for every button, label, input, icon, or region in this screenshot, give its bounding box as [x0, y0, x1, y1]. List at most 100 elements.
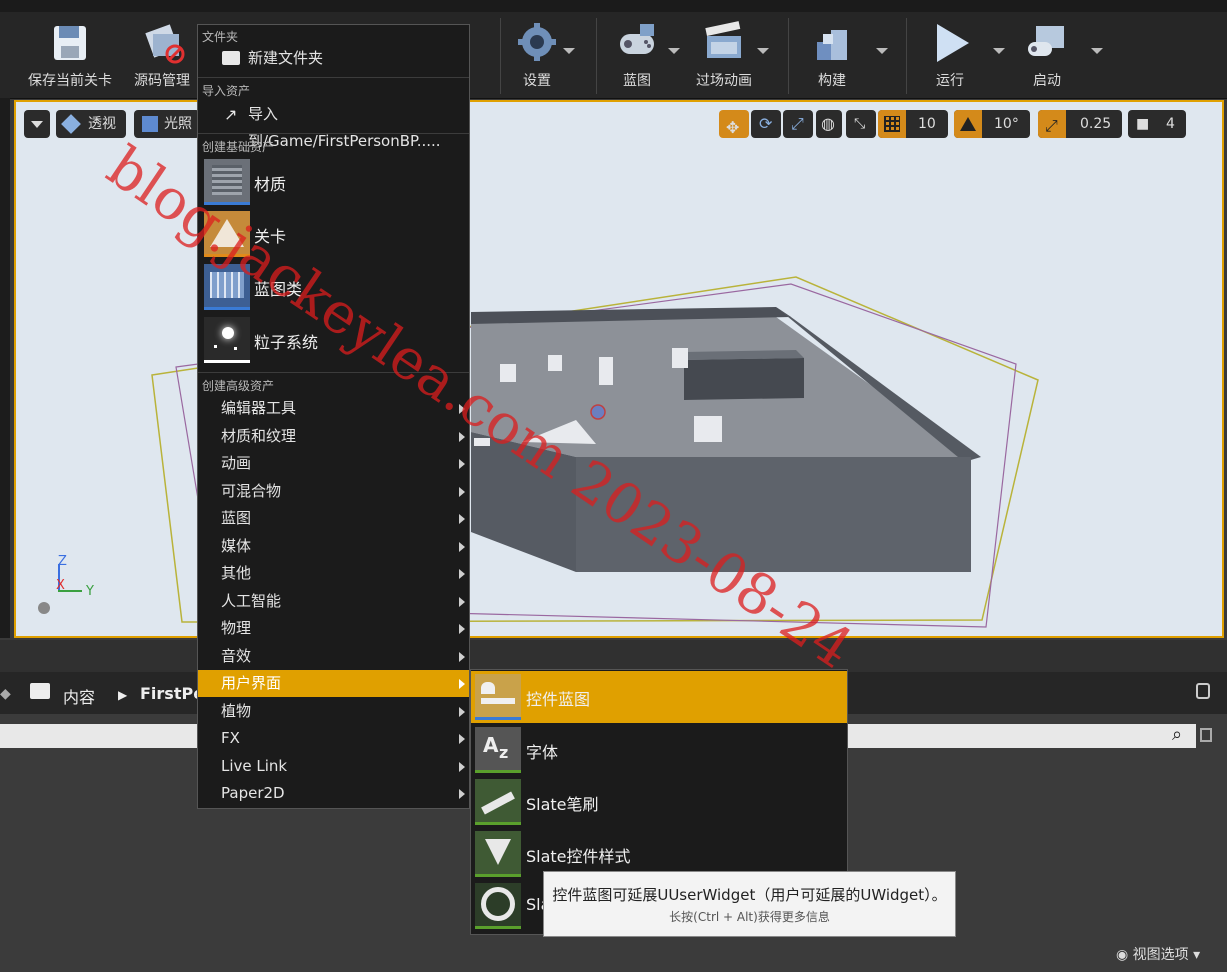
- cinematics-button[interactable]: 过场动画: [690, 14, 758, 96]
- basic-asset-material[interactable]: 材质: [202, 157, 467, 207]
- build-button[interactable]: 构建: [800, 14, 864, 96]
- advanced-asset-item[interactable]: 用户界面: [198, 670, 469, 697]
- advanced-asset-item[interactable]: 材质和纹理: [198, 423, 469, 450]
- advanced-asset-item[interactable]: 音效: [198, 643, 469, 670]
- advanced-asset-item[interactable]: 其他: [198, 560, 469, 587]
- new-folder-item[interactable]: 新建文件夹: [198, 45, 469, 72]
- save-icon: [54, 26, 86, 60]
- central-block: [684, 358, 804, 400]
- basic-asset-particle-system[interactable]: 粒子系统: [202, 315, 467, 365]
- toolbar-separator: [596, 18, 597, 94]
- submenu-item-font[interactable]: A z 字体: [471, 724, 847, 776]
- slate-brush-icon: [475, 779, 521, 825]
- chevron-right-icon: [459, 486, 465, 497]
- advanced-asset-label: 蓝图: [221, 509, 252, 527]
- left-panel-strip: [0, 98, 10, 638]
- advanced-asset-item[interactable]: 可混合物: [198, 478, 469, 505]
- grid-snap-button[interactable]: 10: [878, 110, 948, 138]
- advanced-asset-item[interactable]: Live Link: [198, 753, 469, 780]
- advanced-asset-item[interactable]: 物理: [198, 615, 469, 642]
- basic-asset-blueprint-class[interactable]: 蓝图类: [202, 262, 467, 312]
- help-icon[interactable]: [38, 602, 50, 614]
- advanced-asset-label: Paper2D: [221, 784, 285, 802]
- advanced-asset-label: 可混合物: [221, 481, 282, 500]
- import-to-item[interactable]: ↗ 导入到/Game/FirstPersonBP.....: [198, 101, 469, 150]
- blueprint-button[interactable]: 蓝图: [606, 14, 668, 96]
- tooltip-main-text: 控件蓝图可延展UUserWidget（用户可延展的UWidget）。: [552, 886, 947, 904]
- blueprint-dropdown-caret[interactable]: [668, 48, 680, 54]
- scale-snap-value: 0.25: [1080, 116, 1112, 132]
- submenu-item-widget-blueprint[interactable]: 控件蓝图: [471, 671, 847, 723]
- advanced-asset-item[interactable]: 编辑器工具: [198, 395, 469, 422]
- play-dropdown-caret[interactable]: [993, 48, 1005, 54]
- submenu-item-slate-brush[interactable]: Slate笔刷: [471, 776, 847, 828]
- camera-speed-button[interactable]: ■ 4: [1128, 110, 1186, 138]
- rotation-snap-button[interactable]: 10°: [954, 110, 1030, 138]
- advanced-asset-label: 媒体: [221, 536, 252, 555]
- folder-icon: [30, 683, 50, 699]
- basic-asset-level[interactable]: 关卡: [202, 209, 467, 259]
- perspective-button[interactable]: 透视: [56, 110, 126, 138]
- advanced-asset-label: 音效: [221, 646, 252, 665]
- eye-icon: ◉: [1116, 947, 1129, 963]
- advanced-asset-label: Live Link: [221, 756, 288, 775]
- level-viewport[interactable]: 透视 光照 ✥ ⟳ ⤢ ◍ ⤡ 10 10° ⤢ 0.25 ■ 4 Z X Y: [14, 100, 1224, 638]
- launch-button[interactable]: 启动: [1014, 14, 1080, 96]
- advanced-asset-item[interactable]: 蓝图: [198, 505, 469, 532]
- search-icon[interactable]: ⌕: [1172, 724, 1182, 745]
- chevron-right-icon: [459, 761, 465, 772]
- perspective-label: 透视: [88, 116, 116, 132]
- viewport-options-button[interactable]: [24, 110, 50, 138]
- advanced-asset-item[interactable]: FX: [198, 725, 469, 752]
- tooltip-hint-text: 长按(Ctrl + Alt)获得更多信息: [669, 910, 830, 924]
- advanced-asset-item[interactable]: Paper2D: [198, 780, 469, 807]
- lit-cube-icon: [142, 116, 158, 132]
- advanced-asset-item[interactable]: 动画: [198, 450, 469, 477]
- scale-snap-button[interactable]: ⤢ 0.25: [1038, 110, 1122, 138]
- toolbar-separator: [788, 18, 789, 94]
- play-button[interactable]: 运行: [916, 14, 984, 96]
- cube: [500, 364, 516, 382]
- section-header-folder: 文件夹: [202, 30, 239, 44]
- advanced-asset-label: 物理: [221, 619, 252, 637]
- launch-dropdown-caret[interactable]: [1091, 48, 1103, 54]
- history-back-icon[interactable]: ◆: [0, 686, 11, 702]
- advanced-asset-label: 植物: [221, 701, 252, 720]
- breadcrumb-root[interactable]: 内容: [63, 684, 95, 708]
- view-options-button[interactable]: ◉ 视图选项 ▾: [1116, 944, 1200, 964]
- rotate-mode-button[interactable]: ⟳: [751, 110, 781, 138]
- breadcrumb-current[interactable]: FirstPe: [140, 684, 204, 703]
- advanced-asset-item[interactable]: 植物: [198, 698, 469, 725]
- chevron-right-icon: [459, 541, 465, 552]
- advanced-asset-item[interactable]: 人工智能: [198, 588, 469, 615]
- source-control-label: 源码管理: [134, 73, 190, 89]
- advanced-asset-label: 材质和纹理: [221, 426, 297, 445]
- settings-dropdown-caret[interactable]: [563, 48, 575, 54]
- menu-divider: [198, 77, 469, 78]
- translate-mode-button[interactable]: ✥: [719, 110, 749, 138]
- chevron-right-icon: [459, 734, 465, 744]
- settings-label: 设置: [523, 73, 551, 89]
- settings-button[interactable]: 设置: [506, 14, 568, 96]
- slate-ring-icon: [475, 883, 521, 929]
- save-search-icon[interactable]: [1200, 728, 1212, 742]
- submenu-item-slate-brush-label: Slate笔刷: [526, 795, 599, 814]
- chevron-right-icon: [459, 651, 465, 662]
- particle-system-icon: [204, 317, 250, 363]
- build-blocks-icon: [817, 30, 847, 60]
- save-level-button[interactable]: 保存当前关卡: [18, 14, 122, 96]
- cinematics-dropdown-caret[interactable]: [757, 48, 769, 54]
- build-dropdown-caret[interactable]: [876, 48, 888, 54]
- section-header-import: 导入资产: [202, 84, 251, 98]
- font-icon: A z: [475, 727, 521, 773]
- world-local-button[interactable]: ◍: [816, 110, 842, 138]
- surface-snap-button[interactable]: ⤡: [846, 110, 876, 138]
- source-control-button[interactable]: 源码管理: [126, 14, 198, 96]
- submenu-item-font-label: 字体: [526, 743, 559, 762]
- scale-mode-button[interactable]: ⤢: [783, 110, 813, 138]
- advanced-asset-item[interactable]: 媒体: [198, 533, 469, 560]
- toolbar-separator: [500, 18, 501, 94]
- lit-mode-button[interactable]: 光照: [134, 110, 200, 138]
- lock-icon[interactable]: [1196, 683, 1210, 699]
- panel-divider: [0, 640, 1227, 672]
